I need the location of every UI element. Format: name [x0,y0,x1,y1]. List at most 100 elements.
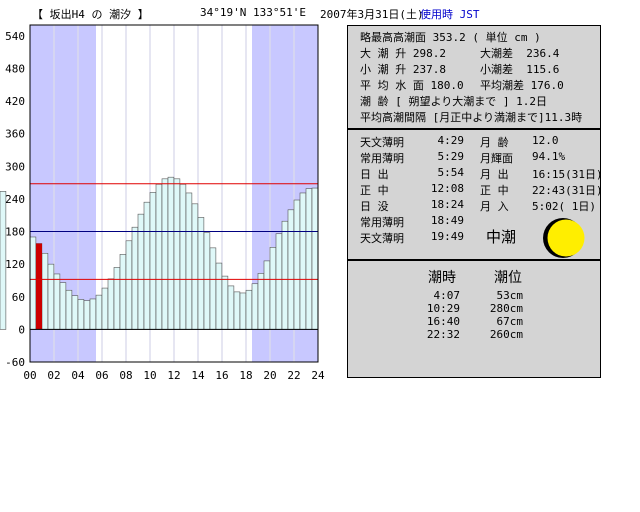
moon-row: 月 出 16:15(31日) [480,168,603,181]
tide-bar [167,176,175,330]
tide-bar [275,233,283,330]
y-tick-label: 0 [18,323,25,336]
sun-row: 正 中 12:08 [360,182,464,197]
tide-time: 22:32 [426,328,460,341]
tide-bar [65,289,73,330]
tide-bar [41,252,49,330]
tide-bar [101,287,109,330]
tide-bar [131,226,139,330]
moon-row: 正 中 22:43(31日) [480,184,603,197]
x-tick-label: 06 [95,369,108,382]
y-tick-label: 300 [5,160,25,173]
tide-bar [71,295,79,330]
sun-row: 日 出 5:54 [360,166,464,181]
info-row-age: 潮 齢 [ 朔望より大潮まで ] 1.2日 [360,95,548,108]
tide-bar [293,199,301,330]
sun-row: 常用薄明 18:49 [360,214,464,229]
tide-level: 67cm [496,315,524,328]
tide-bar [95,294,103,330]
x-tick-label: 04 [71,369,85,382]
y-tick-label: 480 [5,62,25,75]
x-tick-label: 18 [239,369,252,382]
tide-times-panel: 潮時 潮位 4:07 53cm 10:29 280cm 16:40 67cm 22:32 26… [347,260,601,378]
info-row-spring-range: 大潮差 236.4 [480,47,560,60]
info-row-spring: 大 潮 升 298.2 [360,47,446,60]
tide-bar [269,247,277,330]
astronomy-panel: 天文薄明 4:29 常用薄明 5:29 日 出 5:54 正 中 12:08 日 没 18:24 常… [347,129,603,260]
tide-bar [203,232,211,330]
tide-bar [161,178,169,330]
moon-row: 月輝面 94.1% [480,150,566,165]
x-tick-label: 14 [191,369,205,382]
tide-chart: 540 480 420 360 300 240 180 120 60 0 -6000 02 04 06 08… [0,24,325,382]
tide-bar [251,283,259,330]
y-tick-label: 180 [5,226,25,239]
tide-bar [185,192,193,330]
tide-bar [47,263,55,330]
tide-bar [281,220,289,330]
station-info-panel: 略最高高潮面 353.2 ( 単位 cm ) 大 潮 升 298.2 大潮差 2… [347,25,601,129]
tide-level: 260cm [489,328,523,341]
x-tick-label: 22 [287,369,300,382]
tide-bar [77,299,85,330]
tide-bar [311,187,319,330]
tide-bar [143,201,151,330]
tide-bar [125,240,133,330]
tide-bar [89,298,97,330]
moon-phase-icon [543,218,585,258]
tide-bar [173,178,181,330]
x-tick-label: 16 [215,369,228,382]
tide-bar [209,247,217,330]
y-tick-label: 420 [5,95,25,108]
tide-bar [305,188,313,330]
tide-phase-label: 中潮 [486,228,517,246]
info-row-mean: 平 均 水 面 180.0 [360,79,464,92]
y-tick-label: -60 [5,356,25,369]
timezone-label: 使用時 JST [420,8,480,21]
tide-bar [239,292,247,330]
tide-time: 10:29 [426,302,460,315]
moon-row: 月 齢 12.0 [480,134,559,149]
tide-time: 4:07 [433,289,461,302]
moon-row: 月 入 5:02( 1日) [480,200,596,213]
y-tick-label: 60 [12,291,25,304]
tide-bar [257,273,265,330]
tide-bar [197,217,205,330]
tide-bar [53,273,61,330]
x-tick-label: 20 [263,369,276,382]
tide-bar [155,183,163,330]
tide-bar [179,183,187,330]
tide-bar [107,278,115,330]
tide-bar [59,282,67,330]
tide-bar [83,300,91,330]
y-tick-label: 240 [5,193,25,206]
tide-level: 53cm [496,289,524,302]
sun-row: 常用薄明 5:29 [360,150,464,165]
y-tick-label: 540 [5,30,25,43]
x-tick-label: 10 [143,369,156,382]
tide-bar [263,260,271,330]
y-tick-label: 120 [5,258,25,271]
info-row-neap-range: 小潮差 115.6 [480,63,560,76]
info-row-max: 略最高高潮面 353.2 ( 単位 cm ) [360,31,541,44]
tide-time-header: 潮時 [428,270,456,286]
sun-row: 天文薄明 19:49 [360,230,464,245]
tide-bar [221,275,229,330]
tide-bar [191,203,199,330]
tide-level: 280cm [489,302,523,315]
tide-bar [149,192,157,330]
y-tick-label: 360 [5,128,25,141]
tide-bar [119,254,127,330]
tide-bar [233,291,241,330]
info-row-interval: 平均高潮間隔 [月正中より満潮まで]11.3時 [360,111,583,124]
x-tick-label: 02 [47,369,60,382]
current-time-bar [36,243,42,330]
tide-bar [29,236,37,330]
tide-level-header: 潮位 [494,270,522,286]
x-tick-label: 00 [23,369,36,382]
info-row-neap: 小 潮 升 237.8 [360,63,446,76]
tide-bar [215,262,223,330]
sun-row: 日 没 18:24 [360,198,464,213]
tide-bar [299,192,307,330]
tide-bar [287,209,295,330]
